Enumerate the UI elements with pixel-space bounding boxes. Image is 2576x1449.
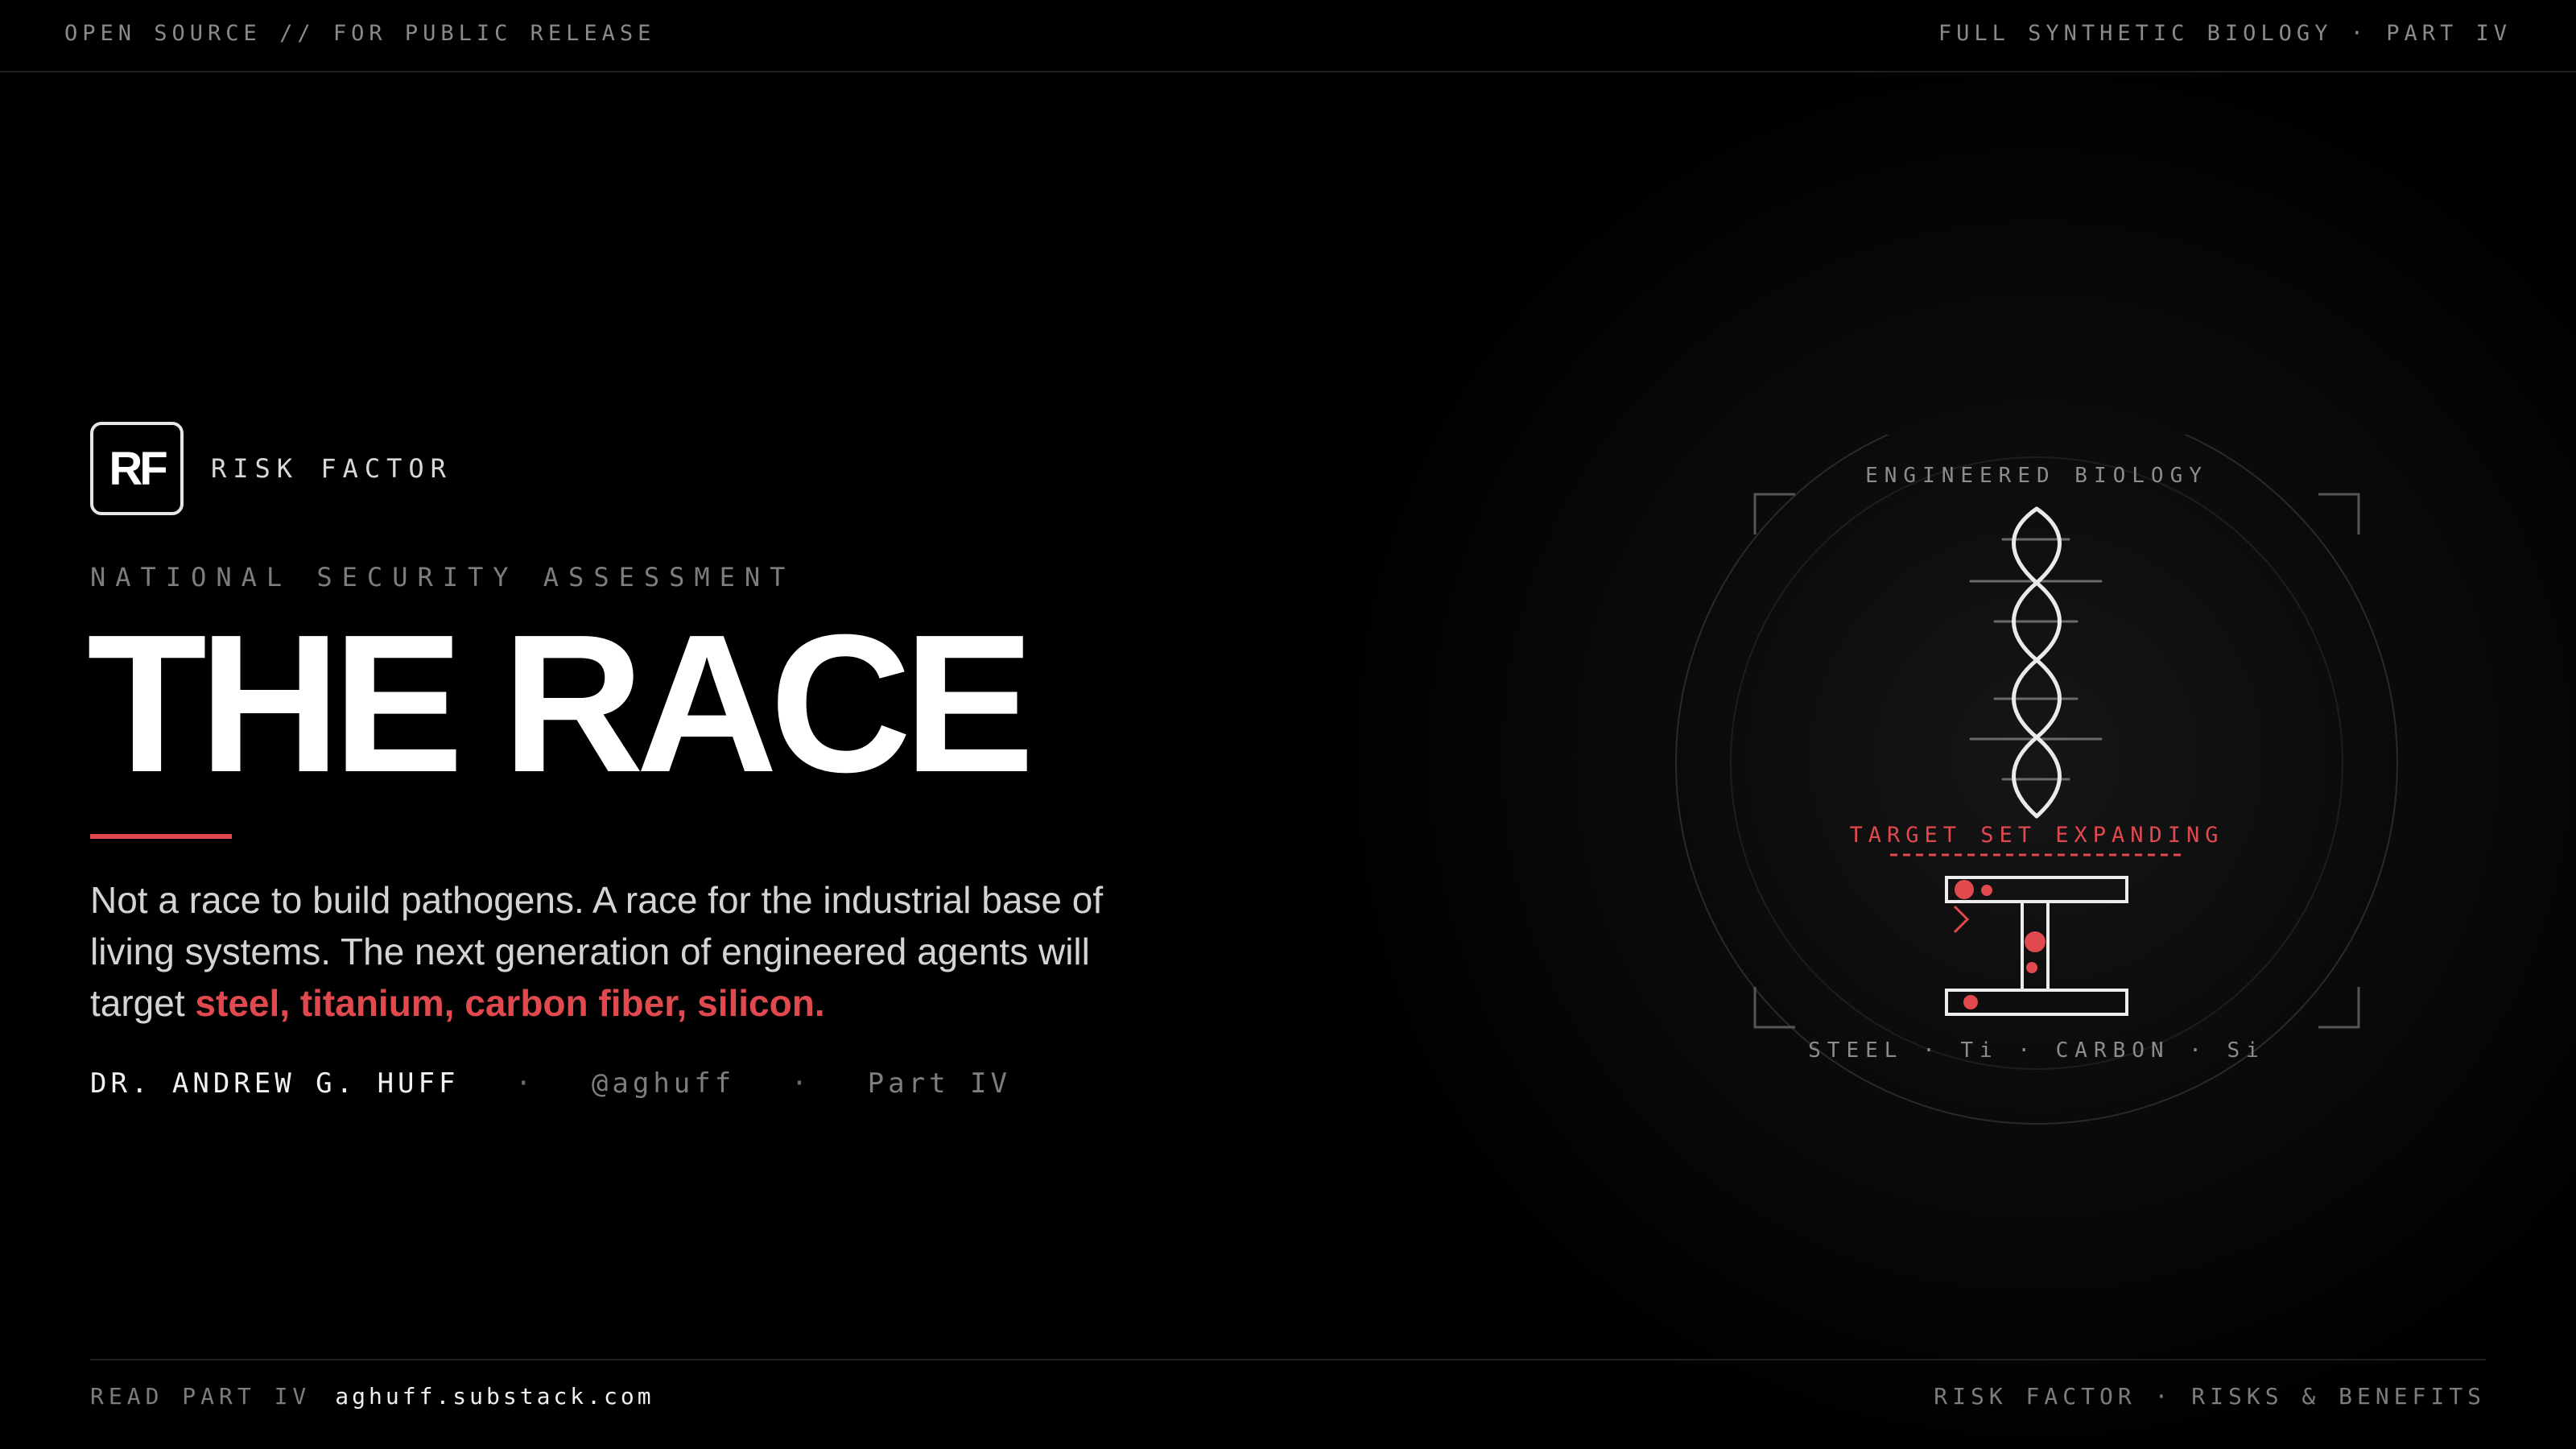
page-title: THE RACE [87, 593, 1034, 813]
figure-top-label: ENGINEERED BIOLOGY [1865, 464, 2208, 488]
footer-right: RISK FACTOR · RISKS & BENEFITS [1934, 1383, 2486, 1410]
header-series-label: FULL SYNTHETIC BIOLOGY · PART IV [1938, 21, 2512, 46]
top-bar: OPEN SOURCE // FOR PUBLIC RELEASE FULL S… [0, 0, 2576, 72]
lede-highlight: steel, titanium, carbon fiber, silicon. [195, 982, 825, 1024]
brand: RF RISK FACTOR [90, 422, 452, 515]
i-beam-icon [1945, 876, 2128, 1016]
lede-paragraph: Not a race to build pathogens. A race fo… [90, 874, 1153, 1029]
rf-logo: RF [90, 422, 184, 515]
figure-graphic [1675, 435, 2398, 1125]
byline-separator: · [791, 1067, 812, 1100]
byline: DR. ANDREW G. HUFF · @aghuff · Part IV [90, 1067, 1011, 1100]
figure-mid-label: TARGET SET EXPANDING [1849, 823, 2224, 848]
footer-left: READ PART IV aghuff.substack.com [90, 1383, 654, 1410]
kicker: NATIONAL SECURITY ASSESSMENT [90, 562, 795, 592]
footer-divider [90, 1359, 2486, 1360]
inner-ring [1730, 456, 2343, 1070]
slide: OPEN SOURCE // FOR PUBLIC RELEASE FULL S… [0, 0, 2576, 1449]
byline-part: Part IV [867, 1067, 1011, 1100]
byline-author: DR. ANDREW G. HUFF [90, 1067, 460, 1100]
accent-rule [90, 834, 232, 839]
footer-url-link[interactable]: aghuff.substack.com [335, 1383, 654, 1410]
dna-helix-icon [1969, 506, 2103, 819]
footer-read-label: READ PART IV [90, 1383, 312, 1410]
brand-name: RISK FACTOR [211, 453, 452, 484]
header-release-label: OPEN SOURCE // FOR PUBLIC RELEASE [64, 21, 656, 46]
figure-bottom-label: STEEL · Ti · CARBON · Si [1808, 1038, 2265, 1063]
byline-separator: · [514, 1067, 536, 1100]
byline-handle: @aghuff [591, 1067, 736, 1100]
figure-illustration: ENGINEERED BIOLOGY TARGET SET EXPANDING … [1658, 435, 2415, 1143]
